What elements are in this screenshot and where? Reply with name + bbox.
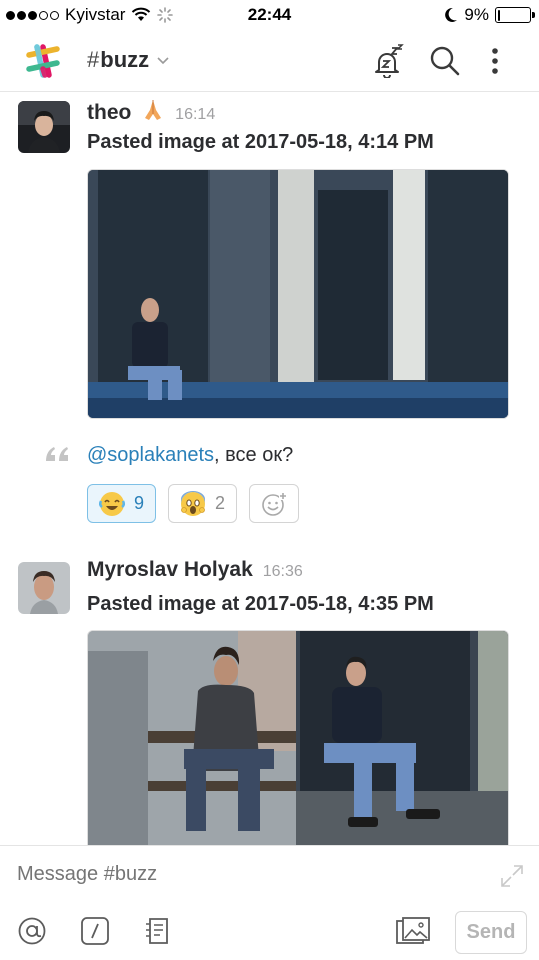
joy-emoji-icon [99, 491, 125, 516]
message-header: Myroslav Holyak 16:36 [87, 558, 303, 582]
at-icon[interactable] [17, 916, 47, 946]
sender-name[interactable]: Myroslav Holyak [87, 558, 253, 582]
channel-name: buzz [100, 47, 150, 72]
battery-percent: 9% [464, 5, 489, 24]
reaction-joy[interactable]: 9 [87, 484, 157, 523]
channel-title[interactable]: # buzz [87, 47, 169, 73]
snippet-icon[interactable] [143, 916, 173, 946]
avatar[interactable] [18, 562, 70, 614]
chevron-down-icon [157, 57, 169, 65]
pasted-image[interactable] [87, 169, 509, 419]
status-right: 9% [444, 5, 535, 25]
message-time: 16:36 [262, 563, 303, 580]
message-header: theo 16:14 [87, 98, 215, 125]
reaction-count: 9 [134, 493, 145, 513]
avatar[interactable] [18, 101, 70, 153]
reaction-scream[interactable]: 2 [168, 484, 238, 523]
message-text: Pasted image at 2017-05-18, 4:14 PM [87, 131, 434, 153]
status-bar: Kyivstar 22:44 9% [0, 0, 539, 32]
folded-hands-emoji-icon [145, 100, 162, 120]
quote-block: @soplakanets, все ок? [44, 443, 293, 467]
mention-link[interactable]: @soplakanets [87, 444, 214, 466]
message-text: Pasted image at 2017-05-18, 4:35 PM [87, 593, 434, 615]
channel-hash: # [87, 47, 100, 72]
battery-icon [495, 7, 535, 23]
message-composer: Send [0, 845, 539, 960]
search-icon[interactable] [428, 44, 462, 78]
slash-command-icon[interactable] [80, 916, 110, 946]
reaction-count: 2 [215, 493, 226, 513]
photo-icon[interactable] [396, 916, 430, 946]
message-input[interactable] [17, 863, 487, 886]
scream-emoji-icon [181, 490, 206, 516]
more-vertical-icon[interactable] [478, 44, 512, 78]
add-reaction-icon [262, 491, 288, 516]
slack-logo[interactable] [23, 41, 63, 81]
snooze-bell-icon[interactable] [370, 44, 404, 78]
moon-icon [445, 7, 458, 22]
sender-name[interactable]: theo [87, 98, 165, 125]
add-reaction-button[interactable] [249, 484, 300, 523]
expand-icon[interactable] [499, 863, 525, 889]
send-button[interactable]: Send [455, 911, 527, 954]
quote-text: @soplakanets, все ок? [87, 444, 294, 466]
reactions-bar: 9 2 [87, 484, 300, 523]
quote-icon [46, 447, 68, 461]
message-time: 16:14 [175, 106, 216, 123]
pasted-image[interactable] [87, 630, 509, 846]
channel-header: # buzz [0, 32, 539, 92]
